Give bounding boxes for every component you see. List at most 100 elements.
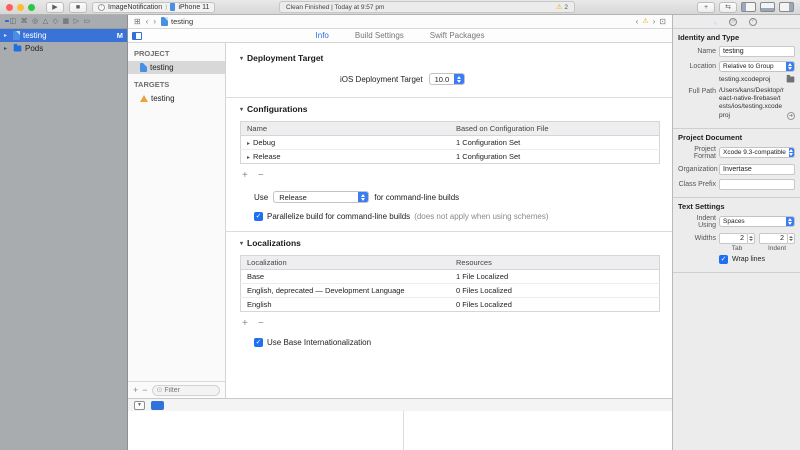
debug-panel-toggle[interactable]: [760, 2, 775, 12]
navigator-panel: ◫ ⌘ ◎ △ ◇ ▦ ▷ ▭ ▸ testing M ▸ Pods: [0, 15, 128, 450]
tab-width-stepper[interactable]: [719, 233, 755, 244]
console-view[interactable]: [404, 411, 672, 450]
xcode-window: ▶ ■ ! ImageNotification ⟩ iPhone 11 Clea…: [0, 0, 800, 450]
jump-bar-file-label: testing: [171, 17, 193, 26]
parallelize-checkbox[interactable]: ✓: [254, 212, 263, 221]
history-inspector-icon[interactable]: ◷: [729, 18, 737, 26]
minimize-window-button[interactable]: [17, 4, 24, 11]
sidebar-item-target-testing[interactable]: testing: [128, 92, 225, 105]
hide-debug-area-button[interactable]: ▼: [134, 401, 145, 410]
command-line-config-select[interactable]: Release: [273, 191, 369, 203]
name-field[interactable]: [719, 46, 795, 57]
stop-button[interactable]: ■: [69, 2, 87, 13]
stepper-icon[interactable]: [788, 233, 795, 244]
warning-icon[interactable]: ⚠: [642, 18, 648, 25]
run-button[interactable]: ▶: [46, 2, 64, 13]
scheme-selector[interactable]: ! ImageNotification ⟩ iPhone 11: [92, 2, 215, 13]
source-control-navigator-icon[interactable]: ◫: [10, 18, 17, 25]
disclosure-icon[interactable]: ▸: [4, 32, 10, 39]
disclosure-icon[interactable]: ▸: [247, 141, 250, 147]
inspector-panel-toggle[interactable]: [779, 2, 794, 12]
zoom-window-button[interactable]: [28, 4, 35, 11]
remove-configuration-button[interactable]: −: [258, 171, 264, 181]
deployment-section-header[interactable]: ▾ Deployment Target: [240, 53, 660, 63]
add-target-button[interactable]: +: [133, 386, 138, 395]
tab-width-field[interactable]: [719, 233, 748, 244]
code-review-button[interactable]: ⇆: [719, 2, 737, 13]
table-row[interactable]: Base 1 File Localized: [241, 270, 660, 284]
find-navigator-icon[interactable]: ◎: [32, 18, 38, 25]
device-icon: [170, 3, 175, 11]
library-button[interactable]: +: [697, 2, 715, 13]
table-row[interactable]: ▸Debug 1 Configuration Set: [241, 136, 660, 150]
remove-target-button[interactable]: −: [142, 386, 147, 395]
add-configuration-button[interactable]: +: [242, 171, 248, 181]
open-path-arrow-icon[interactable]: ➜: [787, 112, 795, 120]
issue-navigator-icon[interactable]: △: [43, 18, 48, 25]
warning-badge[interactable]: ⚠ 2: [556, 4, 568, 11]
project-file-icon: [140, 63, 147, 72]
column-header-localization: Localization: [241, 256, 451, 270]
location-select[interactable]: Relative to Group: [719, 61, 795, 72]
forward-icon[interactable]: ›: [153, 18, 156, 26]
tab-info[interactable]: Info: [316, 31, 329, 40]
disclosure-icon[interactable]: ▸: [4, 45, 10, 52]
test-navigator-icon[interactable]: ◇: [53, 18, 58, 25]
project-format-select[interactable]: Xcode 9.3-compatible: [719, 147, 795, 158]
wrap-lines-checkbox[interactable]: ✓: [719, 255, 728, 264]
reveal-folder-icon[interactable]: [787, 77, 795, 83]
use-label: Use: [254, 193, 268, 202]
next-issue-icon[interactable]: ›: [653, 18, 656, 26]
organization-field[interactable]: [719, 164, 795, 175]
debug-layout-button[interactable]: [151, 401, 164, 410]
stepper-icon[interactable]: [748, 233, 755, 244]
remove-localization-button[interactable]: −: [258, 319, 264, 329]
ios-deployment-select[interactable]: 10.0: [429, 73, 466, 85]
close-window-button[interactable]: [6, 4, 13, 11]
add-localization-button[interactable]: +: [242, 319, 248, 329]
previous-issue-icon[interactable]: ‹: [636, 18, 639, 26]
indent-caption: Indent: [759, 245, 795, 252]
project-tree-item-pods[interactable]: ▸ Pods: [0, 42, 127, 55]
table-row[interactable]: English, deprecated — Development Langua…: [241, 284, 660, 298]
breakpoint-navigator-icon[interactable]: ▷: [74, 18, 79, 25]
table-row[interactable]: English 0 Files Localized: [241, 298, 660, 312]
debug-area: [128, 411, 672, 450]
filter-input[interactable]: [164, 387, 215, 394]
base-internationalization-checkbox[interactable]: ✓: [254, 338, 263, 347]
section-collapse-icon: ▾: [240, 55, 243, 62]
indent-width-field[interactable]: [759, 233, 788, 244]
tab-build-settings[interactable]: Build Settings: [355, 31, 404, 40]
indent-using-select[interactable]: Spaces: [719, 216, 795, 227]
widths-label: Widths: [678, 235, 716, 242]
indent-width-stepper[interactable]: [759, 233, 795, 244]
configurations-table: Name Based on Configuration File ▸Debug …: [240, 121, 660, 164]
configurations-section-header[interactable]: ▾ Configurations: [240, 104, 660, 114]
report-navigator-icon[interactable]: ▭: [84, 18, 91, 25]
sidebar-item-project-testing[interactable]: testing: [128, 61, 225, 74]
modified-badge: M: [117, 31, 123, 40]
filter-field[interactable]: ⊙: [152, 385, 220, 396]
editor-options-icon[interactable]: ⊡: [659, 18, 666, 26]
back-icon[interactable]: ‹: [146, 18, 149, 26]
table-row[interactable]: ▸Release 1 Configuration Set: [241, 150, 660, 164]
jump-bar-file[interactable]: testing: [161, 17, 193, 26]
debug-navigator-icon[interactable]: ▦: [63, 18, 70, 25]
chevron-updown-icon: [786, 217, 794, 226]
symbol-navigator-icon[interactable]: ⌘: [21, 18, 28, 25]
warning-count: 2: [564, 4, 568, 11]
tab-swift-packages[interactable]: Swift Packages: [430, 31, 485, 40]
project-header: PROJECT: [128, 43, 225, 61]
disclosure-icon[interactable]: ▸: [247, 155, 250, 161]
project-tree-item-testing[interactable]: ▸ testing M: [0, 29, 127, 42]
variables-view[interactable]: [128, 411, 404, 450]
localizations-section-header[interactable]: ▾ Localizations: [240, 238, 660, 248]
quick-help-inspector-icon[interactable]: ?: [749, 18, 757, 26]
project-item-label: testing: [23, 31, 47, 40]
related-items-icon[interactable]: ⊞: [134, 18, 141, 26]
section-configurations: ▾ Configurations Name Based on Configura…: [226, 97, 672, 231]
chevron-updown-icon: [786, 62, 794, 71]
class-prefix-field[interactable]: [719, 179, 795, 190]
scheme-app-icon: !: [98, 4, 105, 11]
navigator-panel-toggle[interactable]: [741, 2, 756, 12]
